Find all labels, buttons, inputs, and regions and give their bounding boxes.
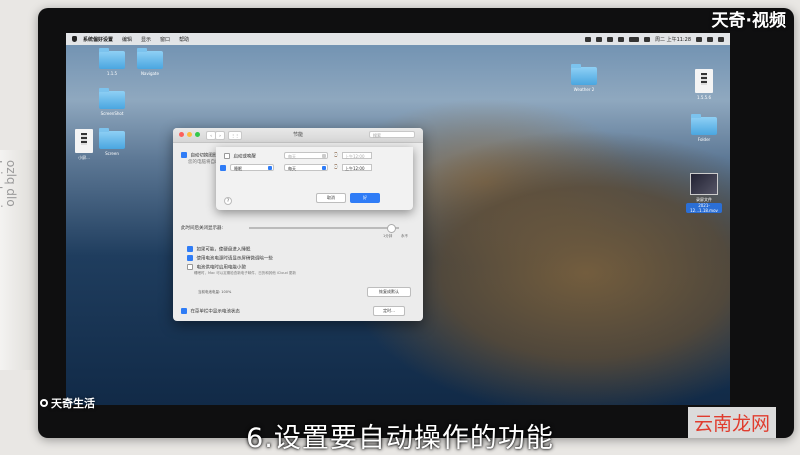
schedule-button[interactable]: 定时... — [373, 306, 405, 316]
desktop-folder[interactable]: Folder — [686, 114, 722, 142]
desktop-folder[interactable]: ScreenShot — [94, 88, 130, 116]
help-button[interactable]: ? — [224, 197, 232, 205]
startup-time-field[interactable]: 上午12:00 — [342, 152, 372, 159]
folder-icon — [691, 114, 717, 135]
apple-icon[interactable] — [72, 36, 77, 42]
auto-switch-option[interactable]: 自动切换图形 — [181, 152, 217, 159]
document-icon — [75, 129, 93, 153]
action-checkbox[interactable] — [220, 165, 226, 171]
option-disk-sleep[interactable]: 如果可能，使硬盘进入睡眠 — [187, 246, 250, 253]
video-caption: 6.设置要自动操作的功能 — [246, 423, 554, 454]
folder-icon — [571, 64, 597, 85]
show-battery-status-checkbox[interactable] — [181, 308, 187, 314]
search-field[interactable]: 搜索 — [369, 131, 415, 138]
cancel-button[interactable]: 取消 — [316, 193, 346, 203]
desktop-folder[interactable]: Weather 2 — [566, 64, 602, 92]
disk-sleep-checkbox[interactable] — [187, 246, 193, 252]
flag-icon[interactable] — [644, 36, 650, 42]
notification-center-icon[interactable] — [718, 36, 724, 42]
time-prefix-icon: ⌚ — [333, 153, 339, 158]
menu-app-name[interactable]: 系统偏好设置 — [83, 36, 113, 43]
show-battery-status-option[interactable]: 在菜单栏中显示电池状态 — [181, 308, 240, 315]
menu-bar: 系统偏好设置 编辑 显示 窗口 帮助 周二 上午11:28 — [66, 33, 730, 45]
chevron-down-icon — [268, 166, 272, 170]
slider-max-label: 永不 — [401, 234, 408, 238]
chevron-down-icon — [322, 154, 326, 158]
battery-icon[interactable] — [629, 36, 639, 42]
status-icon[interactable] — [585, 36, 591, 42]
slider-min-label: 1分钟 — [383, 234, 393, 238]
menu-clock[interactable]: 周二 上午11:28 — [655, 36, 691, 43]
power-nap-checkbox[interactable] — [187, 264, 193, 270]
action-day-popup[interactable]: 每天 — [284, 164, 328, 171]
action-time-field[interactable]: 上午12:00 — [342, 164, 372, 171]
watermark-bottom-right: 云南龙网 — [687, 407, 776, 438]
menu-item-view[interactable]: 显示 — [141, 36, 151, 43]
video-thumbnail — [690, 173, 718, 195]
option-power-nap[interactable]: 电池供电时启用电能小憩 — [187, 264, 246, 271]
document-icon — [695, 69, 713, 93]
desktop-document[interactable]: 1.5.5.6 — [686, 69, 722, 100]
watermark-top: 天奇·视频 — [711, 11, 786, 31]
watermark-bottom-left: 天奇生活 — [40, 395, 95, 411]
search-icon — [40, 399, 48, 407]
time-prefix-icon: ⌚ — [333, 165, 339, 170]
action-popup[interactable]: 睡眠 — [230, 164, 274, 171]
folder-icon — [99, 48, 125, 69]
ok-button[interactable]: 好 — [350, 193, 380, 203]
menu-item-window[interactable]: 窗口 — [160, 36, 170, 43]
window-titlebar[interactable]: ‹ › ⋮⋮ 节能 搜索 — [173, 128, 423, 143]
folder-icon — [99, 88, 125, 109]
option-dim-display[interactable]: 使用电池电源时请显示屏稍微调暗一些 — [187, 255, 273, 262]
battery-level-text: 当前电池电量: 100% — [198, 290, 232, 294]
dim-display-checkbox[interactable] — [187, 255, 193, 261]
menu-item-edit[interactable]: 编辑 — [122, 36, 132, 43]
slider-knob[interactable] — [387, 224, 396, 233]
startup-wake-option[interactable]: 启动或唤醒 — [224, 153, 256, 160]
paper-text: ozlq dlo — [4, 160, 18, 207]
desktop-video[interactable]: 录屏文件 2021-12...1.18.mov — [686, 173, 722, 213]
auto-switch-description: 您的电脑将自动 — [188, 160, 220, 165]
chevron-down-icon — [322, 166, 326, 170]
folder-icon — [99, 128, 125, 149]
auto-switch-checkbox[interactable] — [181, 152, 187, 158]
display-off-label: 此时间后关闭显示器: — [181, 226, 224, 231]
spotlight-icon[interactable] — [696, 36, 702, 42]
siri-icon[interactable] — [707, 36, 713, 42]
desktop-folder[interactable]: 1.1.5 — [94, 48, 130, 76]
display-sleep-slider[interactable] — [249, 224, 399, 233]
power-nap-description: 睡眠时，Mac 可以定期检查新电子邮件、日历和其他 iCloud 更新 — [194, 271, 296, 275]
record-icon[interactable] — [596, 36, 602, 42]
wifi-icon[interactable] — [618, 36, 624, 42]
desk-paper: Juiq lqui ozlq dlo — [0, 150, 40, 370]
folder-icon — [137, 48, 163, 69]
desktop-document[interactable]: 小屏... — [66, 129, 102, 161]
startup-day-popup[interactable]: 每天 — [284, 152, 328, 159]
startup-wake-checkbox[interactable] — [224, 153, 230, 159]
menu-item-help[interactable]: 帮助 — [179, 36, 189, 43]
schedule-sheet: 启动或唤醒 每天 ⌚ 上午12:00 睡眠 每天 ⌚ 上午12:00 ? 取消 … — [216, 147, 413, 210]
mac-desktop: 系统偏好设置 编辑 显示 窗口 帮助 周二 上午11:28 1.1.5 Navi… — [66, 33, 730, 405]
action-option[interactable] — [220, 165, 228, 172]
bluetooth-icon[interactable] — [607, 36, 613, 42]
restore-defaults-button[interactable]: 恢复成默认 — [367, 287, 411, 297]
desktop-folder[interactable]: Navigate — [132, 48, 168, 76]
